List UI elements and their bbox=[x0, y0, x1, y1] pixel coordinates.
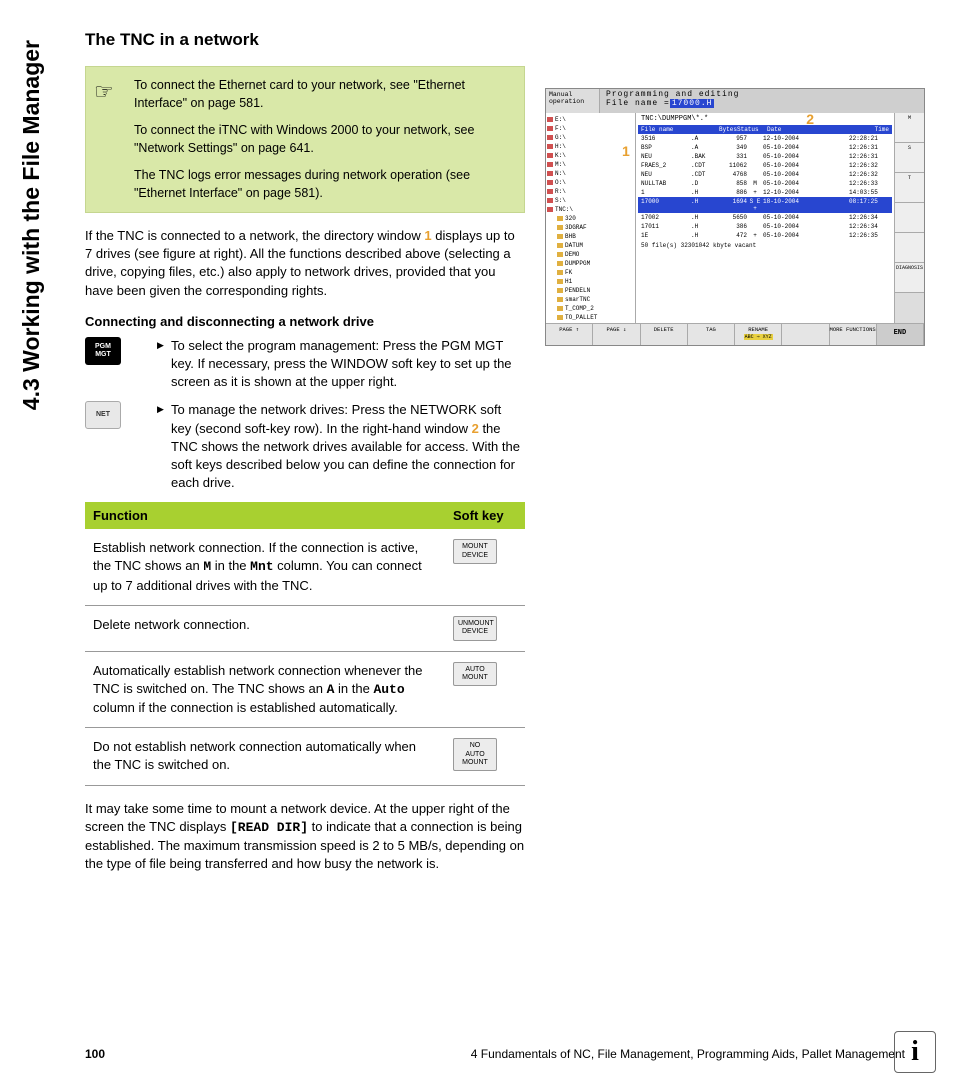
net-softkey: NET bbox=[85, 401, 121, 429]
table-row: Automatically establish network connecti… bbox=[85, 651, 525, 728]
step1-text: To select the program management: Press … bbox=[171, 337, 525, 392]
fig-softkey-row: PAGE ⇑ PAGE ⇓ DELETE TAG RENAMEABC ⇒ XYZ… bbox=[546, 323, 924, 345]
auto-mount-softkey: AUTO MOUNT bbox=[453, 662, 497, 687]
fig-mode-label: Manual operation bbox=[546, 89, 600, 113]
note-box: ☞ To connect the Ethernet card to your n… bbox=[85, 66, 525, 213]
page-heading: The TNC in a network bbox=[85, 30, 525, 50]
fig-right-panel: M S T DIAGNOSIS bbox=[894, 113, 924, 323]
note-p3: The TNC logs error messages during netwo… bbox=[134, 167, 512, 202]
subheading-connect: Connecting and disconnecting a network d… bbox=[85, 314, 525, 329]
mount-device-softkey: MOUNT DEVICE bbox=[453, 539, 497, 564]
callout-1: 1 bbox=[622, 143, 630, 159]
table-row: Do not establish network connection auto… bbox=[85, 728, 525, 785]
pointing-hand-icon: ☞ bbox=[94, 77, 114, 108]
pgm-mgt-key: PGM MGT bbox=[85, 337, 121, 365]
th-function: Function bbox=[85, 502, 445, 529]
callout-2: 2 bbox=[806, 111, 814, 127]
step2-text: To manage the network drives: Press the … bbox=[171, 401, 525, 492]
th-softkey: Soft key bbox=[445, 502, 525, 529]
closing-para: It may take some time to mount a network… bbox=[85, 800, 525, 874]
note-p2: To connect the iTNC with Windows 2000 to… bbox=[134, 122, 512, 157]
fig-title-bar: Programming and editing File name =17000… bbox=[600, 89, 924, 113]
section-title: 4.3 Working with the File Manager bbox=[18, 40, 45, 470]
page-number: 100 bbox=[85, 1047, 105, 1061]
intro-para: If the TNC is connected to a network, th… bbox=[85, 227, 525, 300]
table-row: Delete network connection. UNMOUNT DEVIC… bbox=[85, 605, 525, 651]
note-p1: To connect the Ethernet card to your net… bbox=[134, 77, 512, 112]
fig-file-list: TNC:\DUMPPGM\*.* File name Bytes Status … bbox=[636, 113, 894, 323]
chapter-label: 4 Fundamentals of NC, File Management, P… bbox=[471, 1047, 905, 1061]
function-table: Function Soft key Establish network conn… bbox=[85, 502, 525, 785]
table-row: Establish network connection. If the con… bbox=[85, 529, 525, 605]
no-auto-mount-softkey: NO AUTO MOUNT bbox=[453, 738, 497, 771]
tnc-screenshot: Manual operation Programming and editing… bbox=[545, 88, 925, 346]
info-icon: i bbox=[894, 1031, 936, 1073]
unmount-device-softkey: UNMOUNT DEVICE bbox=[453, 616, 497, 641]
page-footer: 100 4 Fundamentals of NC, File Managemen… bbox=[85, 1047, 905, 1061]
